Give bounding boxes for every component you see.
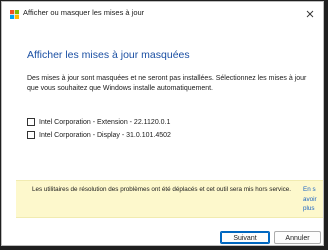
dialog-window: Afficher ou masquer les mises à jour Aff… <box>1 1 324 246</box>
description-text: Des mises à jour sont masquées et ne ser… <box>27 75 307 92</box>
learn-more-link[interactable]: En savoir plus <box>303 185 317 215</box>
update-item[interactable]: Intel Corporation - Extension - 22.1120.… <box>27 117 170 127</box>
page-heading: Afficher les mises à jour masquées <box>27 49 190 61</box>
update-label: Intel Corporation - Display - 31.0.101.4… <box>39 131 171 139</box>
update-label: Intel Corporation - Extension - 22.1120.… <box>39 118 171 126</box>
title-bar: Afficher ou masquer les mises à jour <box>2 2 323 26</box>
cancel-button[interactable]: Annuler <box>274 231 321 244</box>
deprecation-notice: Les utilitaires de résolution des problè… <box>16 180 323 218</box>
window-title: Afficher ou masquer les mises à jour <box>23 8 145 17</box>
close-icon[interactable] <box>303 7 317 21</box>
next-button[interactable]: Suivant <box>220 231 270 244</box>
update-item[interactable]: Intel Corporation - Display - 31.0.101.4… <box>27 130 171 140</box>
notice-text: Les utilitaires de résolution des problè… <box>32 186 292 193</box>
windows-logo-icon <box>10 10 19 19</box>
dialog-footer: Suivant Annuler <box>2 222 323 245</box>
update-checkbox[interactable] <box>27 131 35 139</box>
update-checkbox[interactable] <box>27 118 35 126</box>
